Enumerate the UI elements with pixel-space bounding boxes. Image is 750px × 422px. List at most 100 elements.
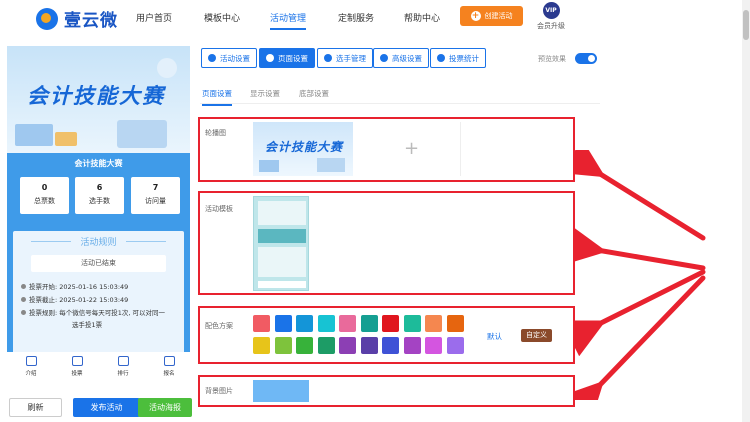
color-swatch[interactable] [403, 337, 421, 354]
banner-decoration [157, 58, 177, 78]
coins-illustration [55, 132, 77, 146]
brand-logo[interactable]: 壹云微 [36, 6, 118, 31]
color-swatch[interactable] [403, 315, 421, 332]
stat-value: 7 [152, 183, 159, 192]
stat-total-votes: 0 总票数 [20, 177, 69, 214]
users-icon [324, 54, 332, 62]
top-navbar: 壹云微 用户首页 模板中心 活动管理 定制服务 帮助中心 + 创建活动 VIP … [0, 0, 742, 36]
subtab-footer[interactable]: 底部设置 [299, 88, 329, 99]
plus-icon: + [470, 11, 481, 21]
color-swatch[interactable] [296, 337, 313, 354]
color-swatch[interactable] [296, 315, 313, 332]
preview-tab-signup[interactable]: 报名 [151, 356, 187, 377]
color-scheme-label: 配色方案 [205, 322, 233, 330]
template-part [258, 201, 306, 225]
tab-activity-settings[interactable]: 活动设置 [201, 48, 257, 68]
stat-label: 选手数 [89, 197, 110, 205]
stat-visits: 7 访问量 [131, 177, 180, 214]
color-swatch[interactable] [274, 315, 292, 332]
image-decoration [317, 158, 345, 172]
vip-upgrade[interactable]: VIP 会员升级 [533, 2, 569, 31]
color-swatch[interactable] [425, 315, 442, 332]
preview-banner: 会计技能大赛 [7, 46, 190, 153]
carousel-image-title: 会计技能大赛 [265, 140, 344, 154]
nav-item-custom[interactable]: 定制服务 [338, 11, 374, 24]
tab-vote-statistics[interactable]: 投票统计 [430, 48, 486, 68]
preview-tabbar: 介绍 投票 排行 报名 [7, 352, 190, 382]
subtab-display[interactable]: 显示设置 [250, 88, 280, 99]
color-swatch[interactable] [446, 315, 464, 332]
document-icon [25, 356, 37, 366]
color-swatch[interactable] [317, 337, 335, 354]
color-swatch[interactable] [446, 337, 464, 354]
stat-value: 0 [41, 183, 48, 192]
color-swatch[interactable] [253, 315, 270, 332]
rules-title: 活动规则 [13, 235, 184, 248]
logo-text: 壹云微 [64, 11, 118, 31]
annotation-arrows [575, 150, 706, 400]
document-illustration [117, 120, 167, 148]
default-color-option[interactable]: 默认 [487, 331, 502, 342]
create-activity-button[interactable]: + 创建活动 [460, 6, 523, 26]
image-decoration [259, 160, 279, 172]
calculator-illustration [15, 124, 53, 146]
arrow-colors [575, 269, 706, 357]
color-swatch[interactable] [253, 337, 270, 354]
rule-line: 投票规则: 每个微信号每天可投1次, 可以对同一 [21, 307, 165, 317]
rule-line: 投票截止: 2025-01-22 15:03:49 [21, 294, 128, 304]
settings-subtabs: 页面设置 显示设置 底部设置 [200, 86, 600, 106]
template-thumbnail[interactable] [253, 196, 309, 291]
create-activity-label: 创建活动 [484, 12, 513, 20]
color-swatch[interactable] [425, 337, 442, 354]
color-swatch[interactable] [382, 337, 399, 354]
preview-panel-title: 会计技能大赛 [74, 159, 123, 168]
color-swatch[interactable] [382, 315, 399, 332]
nav-item-help[interactable]: 帮助中心 [404, 11, 440, 24]
scrollbar-thumb[interactable] [743, 10, 749, 40]
publish-button[interactable]: 发布活动 [73, 398, 140, 417]
background-image-thumbnail[interactable] [253, 380, 309, 402]
preview-tab-vote[interactable]: 投票 [59, 356, 95, 377]
bar-chart-icon [437, 54, 445, 62]
add-carousel-image-button[interactable]: + [363, 122, 461, 176]
template-part [258, 229, 306, 243]
color-swatch[interactable] [317, 315, 335, 332]
color-swatch[interactable] [360, 337, 378, 354]
template-label: 活动模板 [205, 205, 233, 213]
rules-card: 活动规则 活动已结束 投票开始: 2025-01-16 15:03:49 投票截… [13, 231, 184, 355]
sliders-icon [380, 54, 388, 62]
stat-contestants: 6 选手数 [75, 177, 124, 214]
gear-icon [208, 54, 216, 62]
info-icon [21, 310, 26, 315]
preview-tab-rank[interactable]: 排行 [105, 356, 141, 377]
tab-contestant-management[interactable]: 选手管理 [317, 48, 373, 68]
color-swatch[interactable] [339, 337, 356, 354]
clock-icon [21, 297, 26, 302]
tab-page-settings[interactable]: 页面设置 [259, 48, 315, 68]
logo-icon [36, 7, 58, 30]
tab-advanced-settings[interactable]: 高级设置 [373, 48, 429, 68]
poster-button[interactable]: 活动海报 [138, 398, 192, 417]
carousel-image[interactable]: 会计技能大赛 [253, 122, 353, 176]
subtab-page[interactable]: 页面设置 [202, 88, 232, 106]
preview-panel: 会计技能大赛 0 总票数 6 选手数 7 访问量 活动规则 活动已结束 投票开始… [7, 153, 190, 382]
nav-item-activities[interactable]: 活动管理 [270, 11, 307, 30]
carousel-label: 轮播图 [205, 129, 226, 137]
color-swatch[interactable] [274, 337, 292, 354]
rule-line: 选手投1票 [72, 321, 103, 329]
preview-effect-toggle[interactable] [575, 53, 597, 64]
nav-item-templates[interactable]: 模板中心 [204, 11, 240, 24]
color-swatch[interactable] [339, 315, 356, 332]
page-scrollbar[interactable] [742, 0, 750, 422]
arrow-background [575, 275, 706, 400]
preview-effect-label: 预览效果 [538, 55, 566, 63]
arrow-template [575, 225, 706, 271]
preview-tab-intro[interactable]: 介绍 [13, 356, 49, 377]
stat-value: 6 [96, 183, 103, 192]
refresh-button[interactable]: 刷新 [9, 398, 62, 417]
custom-color-button[interactable]: 自定义 [521, 329, 552, 342]
template-part [258, 281, 306, 288]
color-swatch[interactable] [360, 315, 378, 332]
nav-item-home[interactable]: 用户首页 [136, 11, 172, 24]
gear-icon [266, 54, 274, 62]
